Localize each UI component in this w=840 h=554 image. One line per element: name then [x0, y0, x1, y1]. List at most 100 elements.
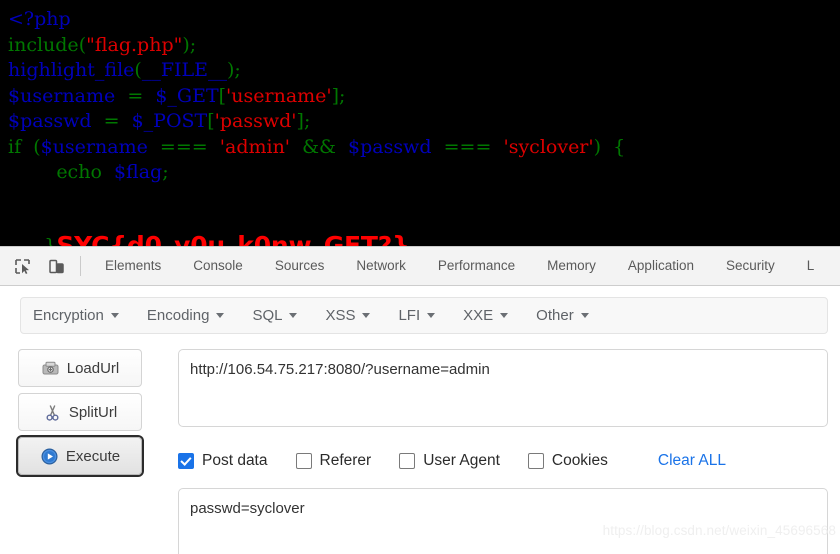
code-token: [ — [207, 110, 215, 132]
clear-all-button[interactable]: Clear ALL — [658, 452, 726, 470]
code-token: 'admin' — [219, 135, 291, 158]
hackbar-action-buttons: LoadUrl SplitUrl Execute — [18, 349, 142, 481]
device-toolbar-icon[interactable] — [43, 253, 70, 280]
php-source-code: <?php include("flag.php"); highlight_file(… — [8, 7, 625, 186]
hackbar-menu-sql[interactable]: SQL — [238, 298, 311, 333]
hackbar-menu-encoding[interactable]: Encoding — [133, 298, 239, 333]
hackbar-fields: Post data Referer User Agent Cookies Clear A… — [178, 349, 828, 554]
chevron-down-icon — [110, 313, 119, 318]
post-data-input[interactable] — [178, 488, 828, 554]
tab-sources[interactable]: Sources — [259, 247, 341, 285]
code-token: = — [91, 110, 132, 132]
play-icon — [40, 447, 59, 466]
code-token: $passwd — [348, 135, 432, 158]
tab-performance[interactable]: Performance — [422, 247, 531, 285]
checkbox-post-data[interactable]: Post data — [178, 452, 268, 470]
hackbar-menu-lfi[interactable]: LFI — [384, 298, 449, 333]
code-token: 'syclover' — [503, 135, 594, 158]
checkbox-unchecked-icon[interactable] — [527, 453, 544, 469]
checkbox-label: Post data — [202, 452, 268, 469]
code-token: highlight_file — [8, 59, 135, 81]
code-token: $username — [8, 84, 116, 107]
toolbar-divider — [80, 256, 81, 276]
code-token: ]; — [296, 110, 311, 132]
scissors-icon — [43, 403, 62, 422]
url-input[interactable] — [178, 349, 828, 427]
flag-output-line: }SYC{d0_y0u_k0nw_GET?} — [8, 208, 410, 246]
execute-button[interactable]: Execute — [18, 437, 142, 475]
code-line: <?php — [8, 7, 625, 33]
screenshot-root: <?php include("flag.php"); highlight_file(… — [0, 0, 840, 554]
code-token: ); — [182, 33, 197, 56]
code-token: && — [290, 135, 349, 158]
code-token: ; — [162, 161, 169, 183]
inspect-element-icon[interactable] — [9, 253, 36, 280]
page-content-area: <?php include("flag.php"); highlight_file(… — [0, 0, 840, 246]
hackbar-menu-label: Encryption — [33, 307, 104, 324]
tab-security[interactable]: Security — [710, 247, 791, 285]
code-line: $passwd = $_POST['passwd']; — [8, 109, 625, 135]
hackbar-panel: Encryption Encoding SQL XSS LFI XXE Other Load… — [0, 286, 840, 554]
hackbar-menu-label: LFI — [398, 307, 421, 324]
code-token: __FILE__ — [141, 59, 228, 81]
checkbox-checked-icon[interactable] — [178, 453, 194, 469]
code-token: "flag.php" — [86, 33, 183, 56]
code-token: = — [115, 84, 156, 107]
code-token: ); — [227, 59, 241, 81]
tab-elements[interactable]: Elements — [89, 247, 177, 285]
checkbox-cookies[interactable]: Cookies — [527, 452, 608, 470]
devtools-tabs: Elements Console Sources Network Performance… — [89, 247, 840, 285]
split-url-label: SplitUrl — [68, 403, 118, 421]
code-token: $_POST — [131, 110, 208, 132]
tab-l[interactable]: L — [791, 247, 815, 285]
code-line: highlight_file(__FILE__); — [8, 58, 625, 84]
flag-text: SYC{d0_y0u_k0nw_GET?} — [56, 231, 410, 246]
code-token: ]; — [331, 84, 346, 107]
hackbar-menu-label: XXE — [463, 307, 494, 324]
checkbox-label: User Agent — [423, 452, 500, 469]
chevron-down-icon — [289, 313, 298, 318]
code-token: [ — [218, 84, 227, 107]
chevron-down-icon — [362, 313, 371, 318]
code-token: 'username' — [226, 84, 332, 107]
load-url-button[interactable]: LoadUrl — [18, 349, 142, 387]
chevron-down-icon — [427, 313, 436, 318]
execute-label: Execute — [65, 447, 121, 465]
devtools-tab-bar: Elements Console Sources Network Performance… — [0, 247, 840, 286]
hackbar-option-checkboxes: Post data Referer User Agent Cookies Clear A… — [178, 450, 828, 472]
tab-network[interactable]: Network — [340, 247, 422, 285]
checkbox-unchecked-icon[interactable] — [399, 453, 416, 469]
code-token: 'passwd' — [214, 110, 297, 132]
code-token: ( — [78, 33, 87, 56]
closing-brace: } — [44, 235, 57, 246]
tab-application[interactable]: Application — [612, 247, 710, 285]
code-token: $flag — [113, 161, 163, 183]
checkbox-user-agent[interactable]: User Agent — [399, 452, 500, 470]
hackbar-menu-xxe[interactable]: XXE — [449, 298, 522, 333]
hackbar-menu-other[interactable]: Other — [522, 298, 603, 333]
hackbar-menu-label: XSS — [325, 307, 356, 324]
tab-console[interactable]: Console — [177, 247, 259, 285]
code-token: === — [431, 135, 504, 158]
code-token: ( — [134, 59, 142, 81]
code-token: $_GET — [155, 84, 219, 107]
checkbox-referer[interactable]: Referer — [295, 452, 371, 470]
hackbar-menu-label: Other — [536, 307, 574, 324]
chevron-down-icon — [500, 313, 509, 318]
hackbar-menu-encryption[interactable]: Encryption — [21, 298, 133, 333]
hackbar-menu-label: SQL — [252, 307, 283, 324]
code-line: echo $flag; — [8, 160, 625, 186]
checkbox-label: Cookies — [551, 452, 608, 469]
hackbar-menu-xss[interactable]: XSS — [311, 298, 384, 333]
chevron-down-icon — [216, 313, 225, 318]
code-token: $passwd — [8, 110, 92, 132]
code-token: if ( — [8, 135, 41, 158]
split-url-button[interactable]: SplitUrl — [18, 393, 142, 431]
load-url-icon — [41, 359, 60, 378]
code-line: include("flag.php"); — [8, 33, 625, 59]
code-line: $username = $_GET['username']; — [8, 84, 625, 110]
code-token: === — [147, 135, 220, 158]
checkbox-unchecked-icon[interactable] — [295, 453, 312, 469]
tab-memory[interactable]: Memory — [531, 247, 612, 285]
load-url-label: LoadUrl — [66, 359, 120, 377]
